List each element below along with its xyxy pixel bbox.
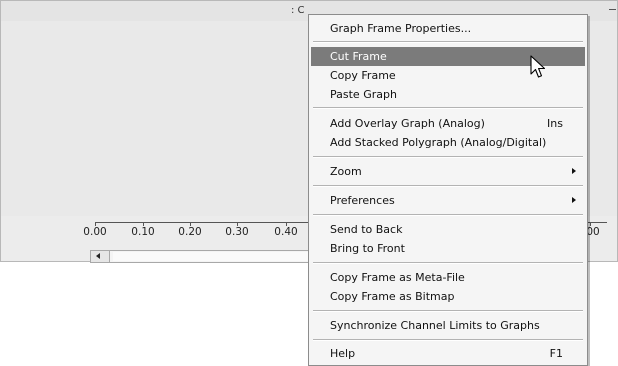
scroll-left-arrow-icon: [96, 253, 100, 259]
menu-separator: [313, 185, 583, 187]
menu-item-bring-to-front[interactable]: Bring to Front: [311, 239, 585, 258]
menu-item-label: Graph Frame Properties...: [330, 22, 472, 35]
mouse-pointer-icon: [530, 55, 546, 78]
title-strip-mark: [609, 9, 616, 10]
graph-title: : C: [291, 5, 305, 16]
menu-item-label: Synchronize Channel Limits to Graphs: [330, 319, 540, 332]
submenu-arrow-icon: [572, 168, 576, 174]
menu-item-label: Preferences: [330, 194, 395, 207]
menu-separator: [313, 310, 583, 312]
menu-item-graph-frame-properties[interactable]: Graph Frame Properties...: [311, 19, 585, 38]
menu-item-label: Send to Back: [330, 223, 403, 236]
x-tick-label: 0.10: [131, 226, 155, 238]
menu-item-label: Copy Frame as Meta-File: [330, 271, 465, 284]
menu-item-label: Bring to Front: [330, 242, 405, 255]
scroll-track[interactable]: [113, 252, 309, 261]
menu-item-label: Paste Graph: [330, 88, 397, 101]
menu-item-synchronize-channel-limits[interactable]: Synchronize Channel Limits to Graphs: [311, 316, 585, 335]
x-tick-label: 0.20: [178, 226, 202, 238]
menu-item-preferences[interactable]: Preferences: [311, 191, 585, 210]
horizontal-scrollbar[interactable]: [90, 250, 310, 263]
menu-item-zoom[interactable]: Zoom: [311, 162, 585, 181]
menu-item-shortcut: Ins: [547, 117, 563, 130]
menu-item-add-stacked-polygraph[interactable]: Add Stacked Polygraph (Analog/Digital): [311, 133, 585, 152]
menu-item-label: Add Stacked Polygraph (Analog/Digital): [330, 136, 547, 149]
x-tick-label: 0.30: [225, 226, 249, 238]
menu-separator: [313, 41, 583, 43]
x-tick-label: 0.00: [83, 226, 107, 238]
menu-item-label: Add Overlay Graph (Analog): [330, 117, 485, 130]
menu-item-copy-frame-bitmap[interactable]: Copy Frame as Bitmap: [311, 287, 585, 306]
menu-item-label: Copy Frame as Bitmap: [330, 290, 455, 303]
menu-item-send-to-back[interactable]: Send to Back: [311, 220, 585, 239]
menu-item-shortcut: F1: [549, 347, 563, 360]
menu-item-help[interactable]: Help F1: [311, 344, 585, 363]
x-tick-label: 0.40: [274, 226, 298, 238]
menu-item-add-overlay-graph[interactable]: Add Overlay Graph (Analog) Ins: [311, 114, 585, 133]
menu-item-paste-graph[interactable]: Paste Graph: [311, 85, 585, 104]
menu-separator: [313, 262, 583, 264]
submenu-arrow-icon: [572, 197, 576, 203]
x-tick-label: 00: [586, 226, 600, 238]
menu-item-label: Help: [330, 347, 356, 360]
menu-item-label: Copy Frame: [330, 69, 396, 82]
menu-separator: [313, 214, 583, 216]
menu-item-label: Zoom: [330, 165, 362, 178]
menu-separator: [313, 339, 583, 341]
scroll-left-button[interactable]: [91, 251, 110, 262]
menu-separator: [313, 156, 583, 158]
menu-separator: [313, 107, 583, 109]
menu-item-label: Cut Frame: [330, 50, 387, 63]
menu-item-copy-frame-meta-file[interactable]: Copy Frame as Meta-File: [311, 268, 585, 287]
